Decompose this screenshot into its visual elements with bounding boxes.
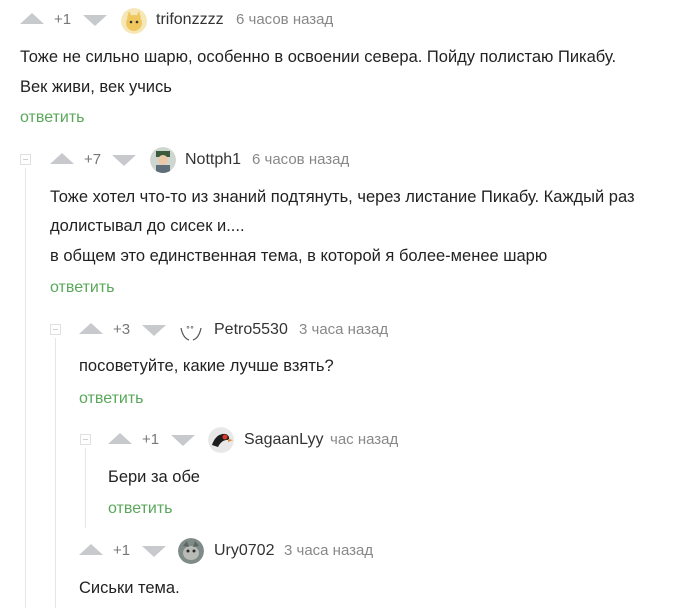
rating-down-arrow-icon[interactable]: [142, 325, 166, 336]
face-sketch-avatar-icon[interactable]: °°: [178, 318, 204, 344]
collapse-thread-icon[interactable]: [50, 324, 61, 335]
comment-text-line: Тоже хотел что-то из знаний подтянуть, ч…: [50, 188, 635, 206]
comment-username[interactable]: Ury0702: [214, 542, 274, 560]
comment-text-line: Век живи, век учись: [20, 78, 172, 96]
collapse-thread-icon[interactable]: [80, 434, 91, 445]
rating-down-arrow-icon[interactable]: [171, 435, 195, 446]
collapse-thread-icon[interactable]: [20, 154, 31, 165]
comment-username[interactable]: SagaanLyy: [244, 431, 323, 449]
rating-up-arrow-icon[interactable]: [50, 153, 74, 164]
comment-score: +1: [113, 542, 131, 559]
animal-photo-avatar-icon[interactable]: [178, 538, 204, 564]
rating-up-arrow-icon[interactable]: [20, 13, 44, 24]
comment-score: +1: [142, 431, 160, 448]
svg-text:°°: °°: [186, 325, 194, 334]
comment-timestamp: 3 часа назад: [299, 321, 389, 338]
reply-link[interactable]: ответить: [50, 279, 115, 297]
reply-link[interactable]: ответить: [79, 390, 144, 408]
thread-branch-line: [85, 448, 86, 528]
comment-text-line: Бери за обе: [108, 468, 200, 486]
reply-link[interactable]: ответить: [20, 109, 85, 127]
rating-up-arrow-icon[interactable]: [79, 323, 103, 334]
rating-down-arrow-icon[interactable]: [83, 15, 107, 26]
comment-timestamp: 3 часа назад: [284, 542, 374, 559]
thread-branch-line: [25, 168, 26, 608]
comment-username[interactable]: Petro5530: [214, 321, 288, 339]
comment-score: +3: [113, 321, 131, 338]
comment-score: +7: [84, 151, 102, 168]
comment-username[interactable]: trifonzzzz: [156, 11, 224, 29]
comment-timestamp: 6 часов назад: [236, 11, 334, 28]
comment-text-line: посоветуйте, какие лучше взять?: [79, 357, 334, 375]
comment-text-line: в общем это единственная тема, в которой…: [50, 247, 548, 265]
comment-username[interactable]: Nottph1: [185, 151, 241, 169]
comment-text-line: долистывал до сисек и....: [50, 217, 245, 235]
rating-up-arrow-icon[interactable]: [108, 433, 132, 444]
cat-face-avatar-icon[interactable]: [121, 8, 147, 34]
reply-link[interactable]: ответить: [108, 500, 173, 518]
rating-up-arrow-icon[interactable]: [79, 544, 103, 555]
comment-text-line: Тоже не сильно шарю, особенно в освоении…: [20, 48, 617, 66]
comment-timestamp: час назад: [330, 431, 399, 448]
person-with-hat-avatar-icon[interactable]: [150, 147, 176, 173]
rating-down-arrow-icon[interactable]: [142, 546, 166, 557]
comment-score: +1: [54, 11, 72, 28]
comment-timestamp: 6 часов назад: [252, 151, 350, 168]
comment-text-line: Сиськи тема.: [79, 579, 180, 597]
thread-branch-line: [55, 338, 56, 608]
bird-avatar-icon[interactable]: [208, 427, 234, 453]
rating-down-arrow-icon[interactable]: [112, 155, 136, 166]
